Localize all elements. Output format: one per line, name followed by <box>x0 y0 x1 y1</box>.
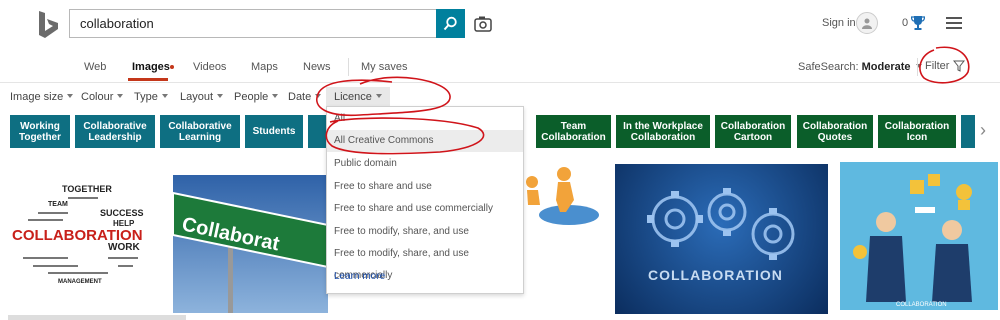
wordcloud-word: SUCCESS <box>100 208 144 218</box>
tag-partial-right[interactable] <box>961 115 975 148</box>
search-icon <box>443 16 457 31</box>
filter-image-size[interactable]: Image size <box>10 91 73 103</box>
licence-option-share-use-commercial[interactable]: Free to share and use commercially <box>327 198 523 220</box>
sign-in-link[interactable]: Sign in <box>822 17 856 29</box>
licence-option-public-domain[interactable]: Public domain <box>327 153 523 175</box>
notification-dot <box>170 65 174 69</box>
avatar[interactable] <box>856 12 878 34</box>
rewards-count[interactable]: 0 <box>902 17 908 29</box>
licence-option-modify-share-use[interactable]: Free to modify, share, and use <box>327 221 523 243</box>
nav-divider <box>348 58 349 76</box>
tab-web[interactable]: Web <box>84 61 106 73</box>
wordcloud-word: MANAGEMENT <box>58 279 102 285</box>
gears-image: COLLABORATION <box>647 188 795 283</box>
chevron-right-icon[interactable]: › <box>980 120 994 142</box>
filter-button[interactable]: Filter <box>925 60 966 72</box>
puzzle-people-image <box>526 167 599 225</box>
wordcloud-image: TOGETHER SUCCESS TEAM WORK MANAGEMENT HE… <box>12 184 144 285</box>
tag-working-together[interactable]: Working Together <box>10 115 70 148</box>
tab-maps[interactable]: Maps <box>251 61 278 73</box>
search-input[interactable] <box>70 10 437 37</box>
filter-layout[interactable]: Layout <box>180 91 223 103</box>
safesearch-control[interactable]: SafeSearch: Moderate <box>798 61 922 73</box>
licence-dropdown-menu: All All Creative Commons Public domain F… <box>326 106 524 294</box>
funnel-icon <box>953 60 966 72</box>
image-result-gears[interactable]: COLLABORATION <box>615 164 828 314</box>
licence-option-all[interactable]: All <box>327 108 523 130</box>
wordcloud-word: TEAM <box>48 201 68 208</box>
filter-type[interactable]: Type <box>134 91 168 103</box>
gears-text: COLLABORATION <box>648 267 783 283</box>
camera-icon[interactable] <box>473 15 493 33</box>
header-divider <box>0 82 1000 83</box>
bing-logo-icon[interactable] <box>36 10 62 40</box>
filter-colour[interactable]: Colour <box>81 91 123 103</box>
user-icon <box>862 18 872 29</box>
tab-videos[interactable]: Videos <box>193 61 226 73</box>
wordcloud-title: COLLABORATION <box>12 227 143 244</box>
filter-licence[interactable]: Licence <box>326 87 390 107</box>
roadsign-image: Collaborat <box>173 191 328 313</box>
licence-option-share-use[interactable]: Free to share and use <box>327 176 523 198</box>
licence-option-all-creative-commons[interactable]: All Creative Commons <box>327 130 523 152</box>
filter-people[interactable]: People <box>234 91 278 103</box>
image-result-roadsign[interactable]: Collaborat <box>173 175 328 313</box>
tag-collaborative-learning[interactable]: Collaborative Learning <box>160 115 240 148</box>
image-result-wordcloud[interactable]: TOGETHER SUCCESS TEAM WORK MANAGEMENT HE… <box>8 158 160 303</box>
business-people-image: COLLABORATION <box>853 174 972 308</box>
filter-divider <box>917 58 918 76</box>
active-tab-underline <box>128 78 168 81</box>
tab-images[interactable]: Images <box>132 61 170 73</box>
image-result-puzzle[interactable] <box>524 160 602 230</box>
tag-workplace-collaboration[interactable]: In the Workplace Collaboration <box>616 115 710 148</box>
safesearch-value[interactable]: Moderate <box>862 61 911 73</box>
tag-collaboration-quotes[interactable]: Collaboration Quotes <box>797 115 873 148</box>
business-caption: COLLABORATION <box>896 302 947 308</box>
search-box <box>69 9 437 38</box>
bottom-scroll-bar <box>8 315 186 320</box>
hamburger-menu-icon[interactable] <box>946 17 962 29</box>
filter-label: Filter <box>925 60 950 72</box>
safesearch-label: SafeSearch: <box>798 61 859 73</box>
tag-collaborative-leadership[interactable]: Collaborative Leadership <box>75 115 155 148</box>
tag-partial[interactable] <box>308 115 326 148</box>
tab-my-saves[interactable]: My saves <box>361 61 407 73</box>
tag-team-collaboration[interactable]: Team Collaboration <box>536 115 611 148</box>
tab-news[interactable]: News <box>303 61 331 73</box>
trophy-icon[interactable] <box>911 15 925 31</box>
licence-option-modify-share-use-commercial[interactable]: Free to modify, share, and use commercia… <box>327 243 523 281</box>
search-button[interactable] <box>436 9 465 38</box>
tag-collaboration-icon[interactable]: Collaboration Icon <box>878 115 956 148</box>
learn-more-link[interactable]: Learn more <box>327 266 523 288</box>
filter-date[interactable]: Date <box>288 91 321 103</box>
tag-students[interactable]: Students <box>245 115 303 148</box>
image-result-business[interactable]: COLLABORATION <box>840 162 998 310</box>
wordcloud-word: TOGETHER <box>62 184 112 194</box>
tag-collaboration-cartoon[interactable]: Collaboration Cartoon <box>715 115 791 148</box>
